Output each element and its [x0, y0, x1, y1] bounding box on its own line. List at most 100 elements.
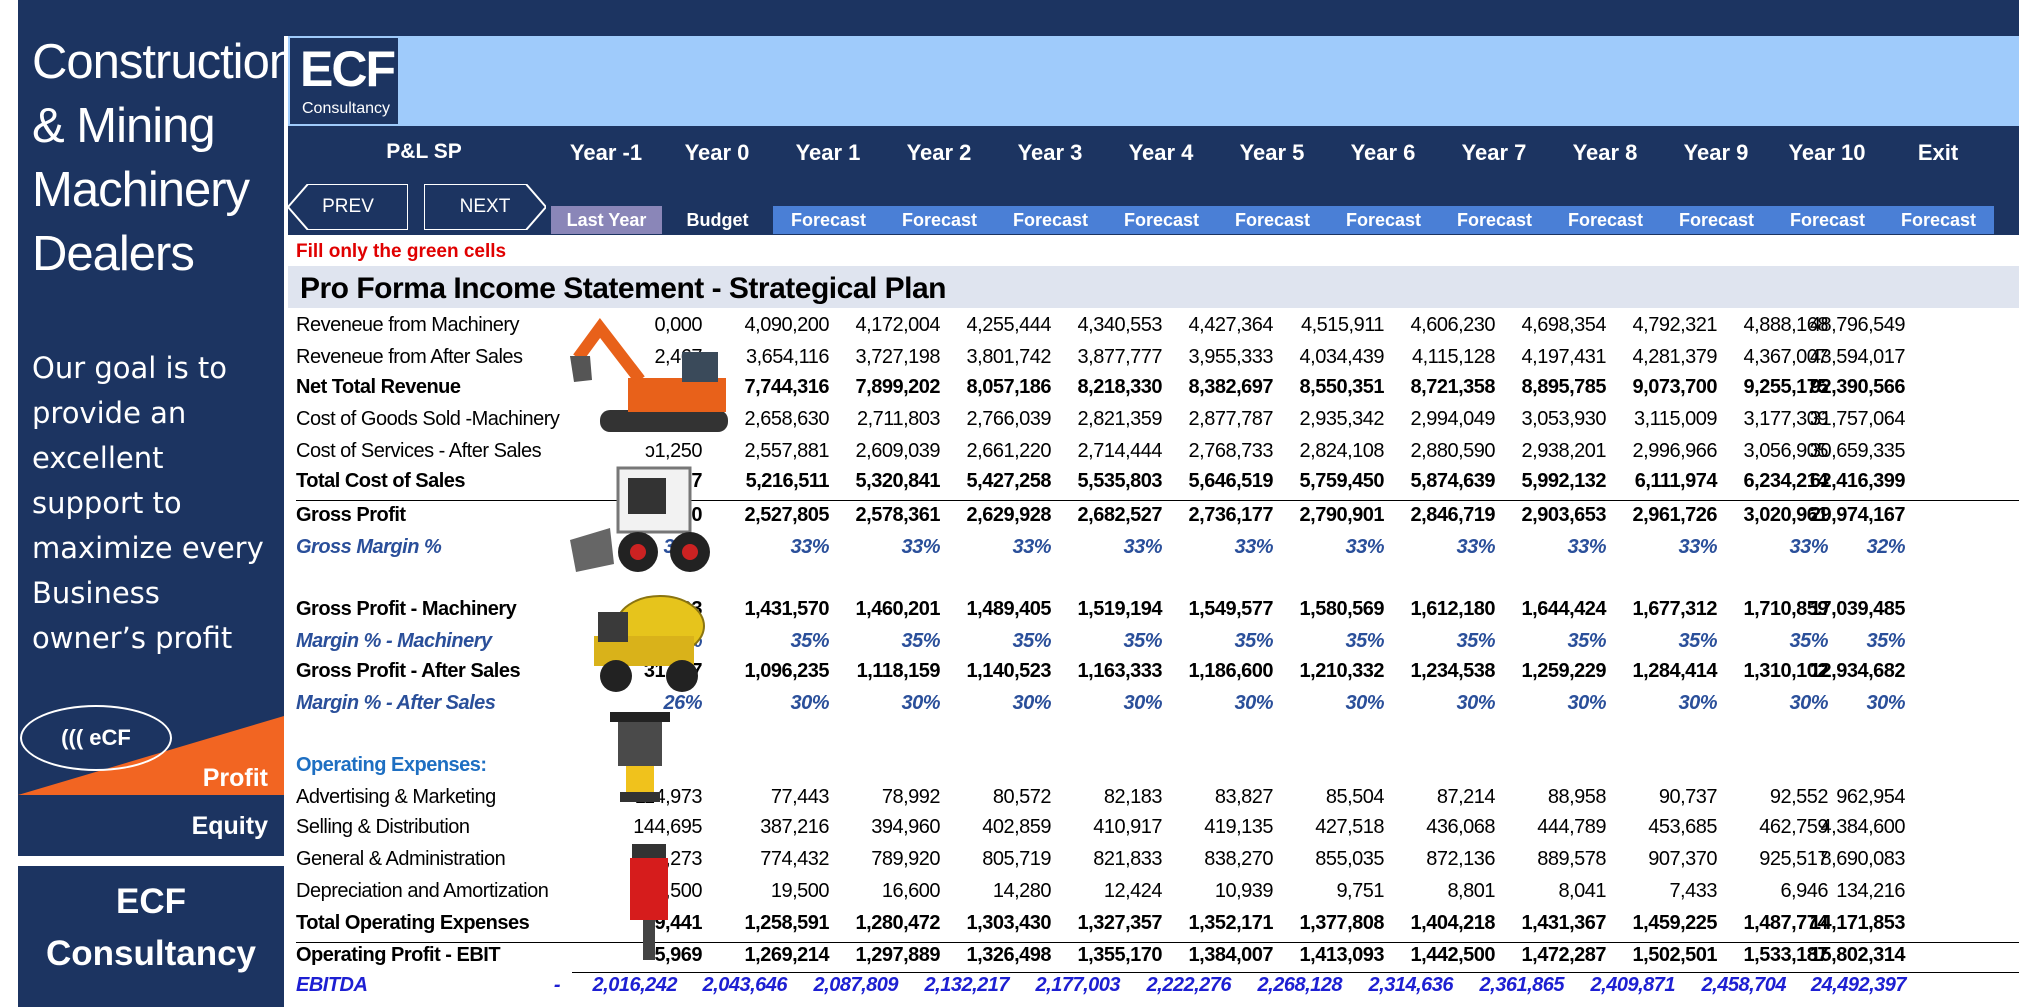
- table-cell: 83,827: [1214, 786, 1274, 808]
- table-cell: 3,053,930: [1521, 408, 1607, 430]
- sheet-label: P&L SP: [386, 140, 462, 163]
- table-cell: 821,833: [1093, 848, 1162, 870]
- table-cell: 35%: [790, 630, 829, 652]
- table-cell: 1,234,538: [1410, 660, 1496, 682]
- period-type-header: Forecast: [1106, 206, 1217, 234]
- table-cell: 30%: [1678, 692, 1717, 714]
- goal-text: Our goal is to provide an excellent supp…: [32, 346, 282, 661]
- row-label: Gross Margin %: [296, 536, 442, 558]
- table-cell: 1,355,170: [1077, 944, 1163, 966]
- table-cell: 2,177,003: [1035, 974, 1121, 996]
- brand-title-line: Dealers: [32, 227, 195, 281]
- table-cell: 33%: [790, 536, 829, 558]
- table-cell: 2,846,719: [1410, 504, 1496, 526]
- table-cell: 8,801: [1447, 880, 1495, 902]
- row-label: Cost of Services - After Sales: [296, 440, 542, 462]
- table-cell: 8,550,351: [1299, 376, 1385, 398]
- row-label: Gross Profit - After Sales: [296, 660, 521, 682]
- table-cell: 2,824,108: [1299, 440, 1385, 462]
- table-cell: 2,821,359: [1077, 408, 1163, 430]
- consultancy-line: Consultancy: [45, 934, 257, 973]
- row-label: General & Administration: [296, 848, 506, 870]
- table-cell: 1,502,501: [1632, 944, 1718, 966]
- table-cell: 4,197,431: [1521, 346, 1607, 368]
- table-cell: 14,171,853: [1809, 912, 1906, 934]
- table-cell: 4,034,439: [1299, 346, 1385, 368]
- table-cell: 2,880,590: [1410, 440, 1496, 462]
- row-label: Selling & Distribution: [296, 816, 470, 838]
- year-header: Year 9: [1683, 140, 1749, 165]
- row-label: Total Operating Expenses: [296, 912, 530, 934]
- table-cell: 80,572: [992, 786, 1052, 808]
- table-cell: 4,172,004: [855, 314, 941, 336]
- year-header: Year 6: [1350, 140, 1416, 165]
- table-cell: 43,594,017: [1809, 346, 1906, 368]
- table-cell: 2,268,128: [1257, 974, 1343, 996]
- table-cell: 8,218,330: [1077, 376, 1163, 398]
- period-type-header: Forecast: [1550, 206, 1661, 234]
- table-cell: 855,035: [1315, 848, 1384, 870]
- consultancy-line: ECF: [116, 882, 186, 921]
- table-cell: 3,115,009: [1634, 408, 1718, 430]
- statement-title: Pro Forma Income Statement - Strategical…: [300, 272, 947, 305]
- table-cell: 30%: [790, 692, 829, 714]
- prev-button[interactable]: PREV: [288, 184, 408, 230]
- table-cell: 3,955,333: [1188, 346, 1274, 368]
- table-cell: 1,259,229: [1521, 660, 1607, 682]
- table-cell: 2,996,966: [1632, 440, 1718, 462]
- profit-label: Profit: [202, 764, 268, 792]
- period-type-header: Forecast: [1883, 206, 1994, 234]
- table-cell: 35%: [901, 630, 940, 652]
- row-separator: [572, 972, 2019, 973]
- table-cell: 1,404,218: [1410, 912, 1496, 934]
- consultancy-box: ECF Consultancy: [18, 866, 284, 1007]
- table-cell: 9,073,700: [1632, 376, 1718, 398]
- table-cell: 444,789: [1537, 816, 1606, 838]
- table-cell: 4,792,321: [1632, 314, 1718, 336]
- brand-title-line: Machinery: [32, 163, 250, 217]
- table-cell: 5,759,450: [1299, 470, 1385, 492]
- table-cell: 2,658,630: [744, 408, 830, 430]
- table-cell: 87,214: [1436, 786, 1496, 808]
- table-cell: 2,682,527: [1077, 504, 1163, 526]
- goal-line: Business: [32, 576, 160, 610]
- ecf-logo: ECF Consultancy: [290, 38, 398, 124]
- table-cell: 1,460,201: [855, 598, 941, 620]
- concrete-mixer-image: [594, 595, 705, 692]
- period-type-header: Forecast: [1217, 206, 1328, 234]
- row-label: Operating Profit - EBIT: [296, 944, 501, 966]
- table-cell: 35%: [1678, 630, 1717, 652]
- next-button[interactable]: NEXT: [424, 184, 546, 230]
- year-header: Year 10: [1788, 140, 1866, 165]
- table-cell: 35%: [1345, 630, 1384, 652]
- table-cell: 3,801,742: [966, 346, 1052, 368]
- skid-steer-loader-image: [570, 466, 710, 572]
- table-cell: 82,183: [1103, 786, 1163, 808]
- table-cell: 78,992: [881, 786, 941, 808]
- table-cell: 419,135: [1204, 816, 1273, 838]
- table-cell: 90,737: [1658, 786, 1718, 808]
- next-label: NEXT: [459, 196, 511, 217]
- year-header: Year 5: [1239, 140, 1305, 165]
- table-cell: 1,489,405: [966, 598, 1052, 620]
- table-cell: 30%: [1123, 692, 1162, 714]
- table-cell: 2,661,220: [966, 440, 1052, 462]
- table-cell: 33%: [1456, 536, 1495, 558]
- table-cell: 12,934,682: [1809, 660, 1906, 682]
- table-cell: 4,090,200: [744, 314, 830, 336]
- table-cell: 1,580,569: [1299, 598, 1385, 620]
- table-cell: 1,284,414: [1632, 660, 1718, 682]
- table-cell: 1,677,312: [1632, 598, 1718, 620]
- row-label: Advertising & Marketing: [296, 786, 496, 808]
- table-cell: 2,016,242: [592, 974, 678, 996]
- row-separator: [296, 942, 2019, 943]
- table-cell: 2,938,201: [1521, 440, 1607, 462]
- year-header: Year 2: [906, 140, 972, 165]
- year-header: Year 4: [1128, 140, 1194, 165]
- row-label: Gross Profit: [296, 504, 406, 526]
- row-label: Reveneue from After Sales: [296, 346, 523, 368]
- table-cell: 33%: [1567, 536, 1606, 558]
- row-label: EBITDA: [296, 974, 368, 996]
- table-cell: 1,644,424: [1521, 598, 1607, 620]
- table-cell: 4,115,128: [1412, 346, 1496, 368]
